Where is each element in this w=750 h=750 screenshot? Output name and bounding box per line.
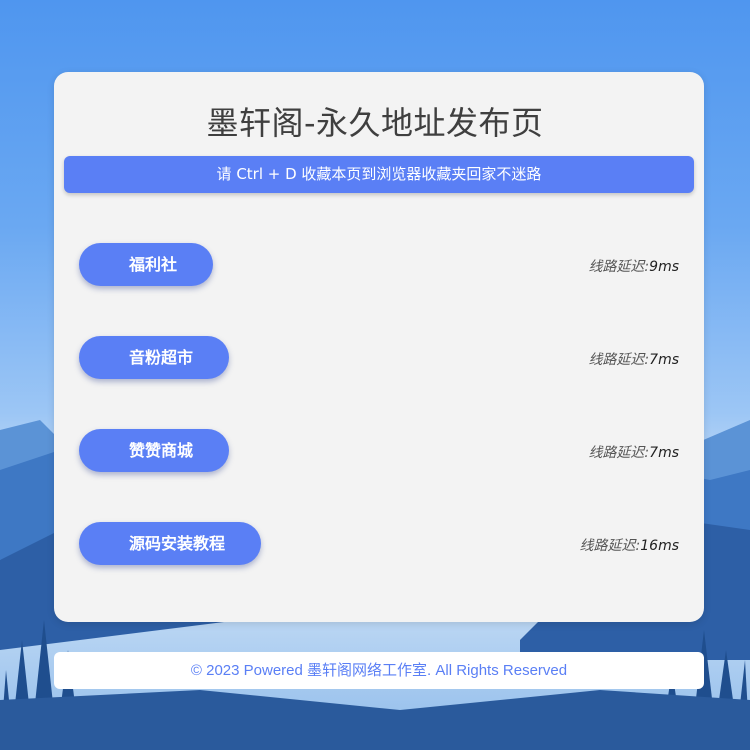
page-title: 墨轩阁-永久地址发布页	[206, 104, 544, 142]
latency-value: 9ms	[649, 259, 679, 275]
link-row-2: 音粉超市 线路延迟:7ms	[54, 336, 704, 380]
link-row-4: 源码安装教程 线路延迟:16ms	[54, 522, 704, 566]
latency-text: 线路延迟:9ms	[588, 256, 679, 276]
latency-text: 线路延迟:7ms	[588, 349, 679, 369]
latency-label: 线路延迟:	[579, 538, 641, 554]
latency-label: 线路延迟:	[588, 352, 650, 368]
latency-text: 线路延迟:7ms	[588, 442, 679, 462]
fulishe-button[interactable]: 福利社	[79, 243, 214, 286]
bookmark-notice: 请 Ctrl + D 收藏本页到浏览器收藏夹回家不迷路	[64, 156, 694, 193]
latency-value: 7ms	[649, 352, 679, 368]
latency-value: 7ms	[649, 445, 679, 461]
latency-value: 16ms	[640, 538, 679, 554]
latency-label: 线路延迟:	[588, 259, 650, 275]
footer-copyright: © 2023 Powered 墨轩阁网络工作室. All Rights Rese…	[54, 652, 704, 689]
link-row-1: 福利社 线路延迟:9ms	[54, 243, 704, 287]
link-row-3: 赞赞商城 线路延迟:7ms	[54, 429, 704, 473]
yinfen-market-button[interactable]: 音粉超市	[79, 336, 230, 379]
latency-label: 线路延迟:	[588, 445, 650, 461]
source-install-tutorial-button[interactable]: 源码安装教程	[79, 522, 262, 565]
main-card: 请 Ctrl + D 收藏本页到浏览器收藏夹回家不迷路 福利社 线路延迟:9ms…	[54, 72, 704, 622]
latency-text: 线路延迟:16ms	[580, 535, 679, 555]
zanzan-mall-button[interactable]: 赞赞商城	[79, 429, 230, 472]
